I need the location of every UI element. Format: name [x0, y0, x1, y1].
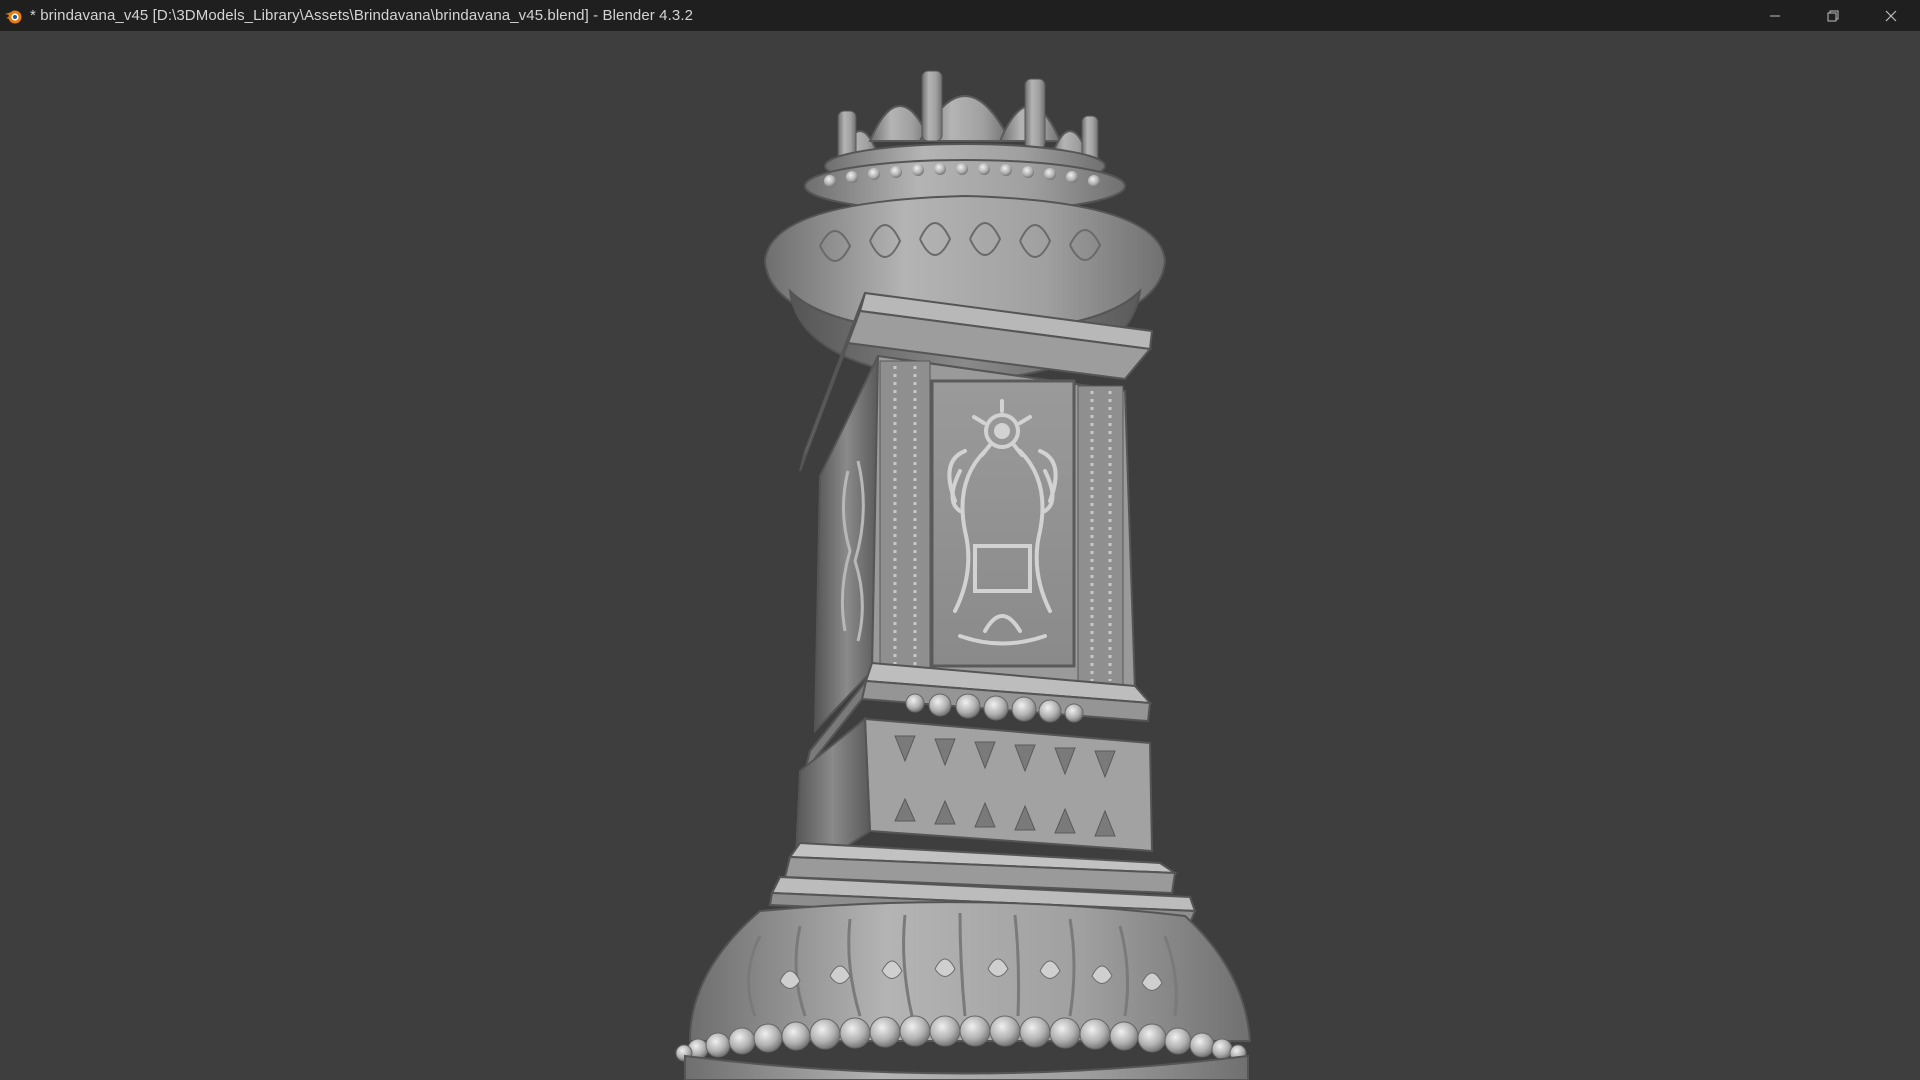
3d-viewport[interactable] — [0, 31, 1920, 1080]
restore-button[interactable] — [1804, 0, 1862, 31]
blender-logo-icon[interactable] — [4, 6, 24, 26]
restore-icon — [1827, 10, 1839, 21]
brindavana-model — [675, 70, 1252, 1080]
minimize-button[interactable] — [1746, 0, 1804, 31]
window-title: * brindavana_v45 [D:\3DModels_Library\As… — [30, 7, 694, 24]
minimize-icon — [1770, 15, 1780, 16]
window-controls — [1746, 0, 1920, 31]
close-icon — [1885, 10, 1897, 21]
window-titlebar: * brindavana_v45 [D:\3DModels_Library\As… — [0, 0, 1920, 31]
close-button[interactable] — [1862, 0, 1920, 31]
